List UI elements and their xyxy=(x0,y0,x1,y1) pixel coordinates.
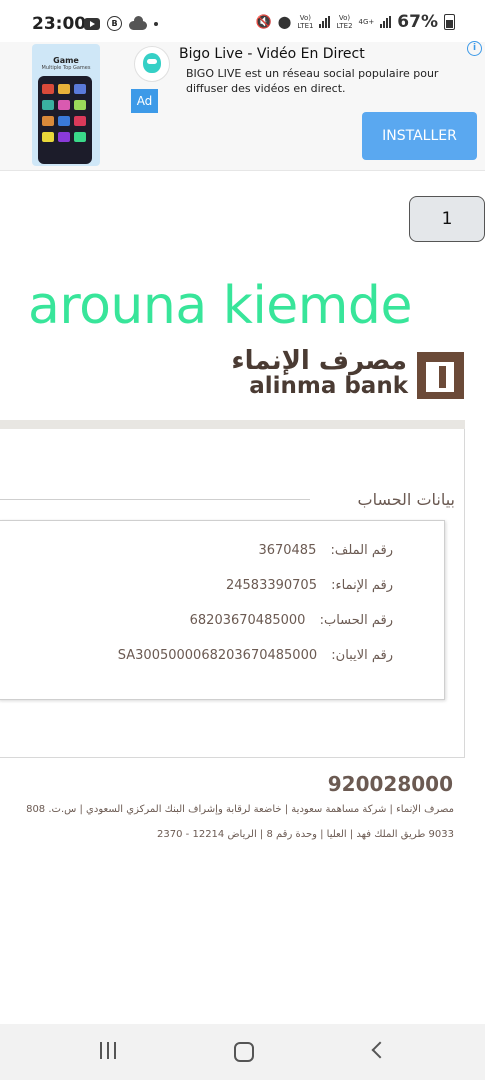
system-icons: 🔇 ⬤ Vo) LTE1 Vo) LTE2 4G+ 67% xyxy=(256,12,455,32)
panel-top-border xyxy=(0,420,465,429)
recent-apps-icon[interactable] xyxy=(100,1042,118,1060)
section-title: بيانات الحساب xyxy=(357,490,456,509)
ad-title[interactable]: Bigo Live - Vidéo En Direct xyxy=(179,46,365,62)
bank-phone-number[interactable]: 920028000 xyxy=(328,772,453,796)
cloud-icon xyxy=(129,16,147,30)
ad-thumb-subtitle: Multiple Top Games xyxy=(41,65,91,71)
ad-banner[interactable]: Game Multiple Top Games Ad Bigo Live - V… xyxy=(0,41,485,171)
bank-name-arabic: مصرف الإنماء xyxy=(231,346,407,376)
iban-value: SA3005000068203670485000 xyxy=(117,648,318,663)
4g-icon: 4G+ xyxy=(358,18,375,26)
battery-percent: 67% xyxy=(397,12,438,32)
status-time: 23:00 xyxy=(32,14,87,34)
file-number-value: 3670485 xyxy=(258,543,317,558)
page-number-box[interactable]: 1 xyxy=(409,196,485,242)
bank-name-english: alinma bank xyxy=(249,373,408,399)
home-icon[interactable] xyxy=(234,1042,254,1062)
more-dot-icon xyxy=(154,21,158,26)
ad-thumb-phone-image xyxy=(38,76,92,164)
signal2-icon xyxy=(380,16,392,28)
alinma-logo-icon xyxy=(417,352,464,399)
alinma-number-label: رقم الإنماء: xyxy=(331,578,393,593)
notification-icons: B xyxy=(84,16,158,31)
battery-icon xyxy=(444,14,455,30)
detail-row-account: رقم الحساب: 68203670485000 xyxy=(190,613,393,628)
account-number-value: 68203670485000 xyxy=(189,613,306,628)
footer-address-line: 9033 طريق الملك فهد | العليا | وحدة رقم … xyxy=(157,829,454,840)
detail-row-iban: رقم الايبان: SA3005000068203670485000 xyxy=(118,648,393,663)
alinma-number-value: 24583390705 xyxy=(225,578,317,593)
lte1-icon: Vo) LTE1 xyxy=(297,14,314,30)
account-holder-name: arouna kiemde xyxy=(28,276,412,336)
file-number-label: رقم الملف: xyxy=(330,543,393,558)
footer-legal-line-1: مصرف الإنماء | شركة مساهمة سعودية | خاضع… xyxy=(26,804,454,815)
signal1-icon xyxy=(319,16,331,28)
status-bar: 23:00 B 🔇 ⬤ Vo) LTE1 Vo) LTE2 4G+ 67% xyxy=(0,0,485,42)
detail-row-file: رقم الملف: 3670485 xyxy=(258,543,393,558)
ad-thumbnail[interactable]: Game Multiple Top Games xyxy=(32,44,100,166)
youtube-icon xyxy=(84,17,100,30)
lte2-icon: Vo) LTE2 xyxy=(336,14,353,30)
bigo-app-icon[interactable] xyxy=(134,46,170,82)
location-icon: ⬤ xyxy=(277,15,292,29)
b-app-icon: B xyxy=(107,16,122,31)
ad-info-icon[interactable]: i xyxy=(467,41,482,56)
system-nav-bar xyxy=(0,1024,485,1080)
install-button[interactable]: INSTALLER xyxy=(362,112,477,160)
back-icon[interactable] xyxy=(371,1041,389,1059)
ad-description: BIGO LIVE est un réseau social populaire… xyxy=(186,67,439,95)
iban-label: رقم الايبان: xyxy=(331,648,393,663)
mute-vibrate-icon: 🔇 xyxy=(255,14,272,30)
section-divider xyxy=(0,499,310,500)
detail-row-alinma: رقم الإنماء: 24583390705 xyxy=(226,578,393,593)
account-number-label: رقم الحساب: xyxy=(319,613,393,628)
ad-thumb-title: Game xyxy=(53,56,79,65)
ad-badge: Ad xyxy=(131,89,158,113)
